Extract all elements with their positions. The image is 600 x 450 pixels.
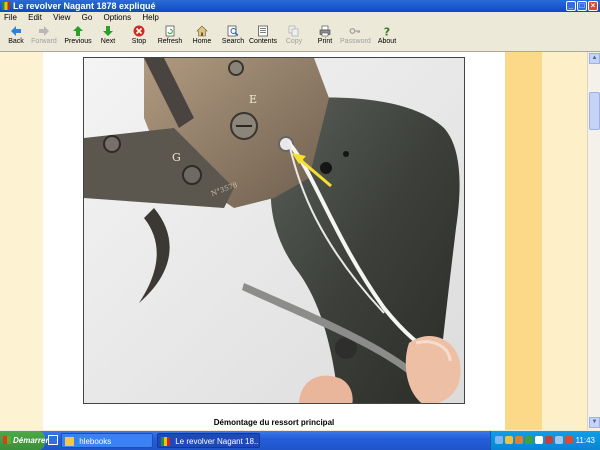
home-button[interactable]: Home: [191, 24, 213, 50]
windows-logo-icon: [3, 436, 11, 444]
window-title: Le revolver Nagant 1878 expliqué: [13, 1, 156, 11]
contents-icon: [258, 25, 268, 37]
close-button[interactable]: ×: [588, 1, 598, 11]
photo-caption: Démontage du ressort principal: [213, 418, 335, 427]
back-arrow-icon: [11, 26, 21, 36]
scroll-thumb[interactable]: [589, 92, 600, 130]
forward-arrow-icon: [39, 26, 49, 36]
back-button[interactable]: Back: [4, 24, 28, 50]
about-button[interactable]: ? About: [376, 24, 398, 50]
menu-go[interactable]: Go: [82, 13, 93, 22]
clock: 11:43: [575, 436, 595, 445]
search-button[interactable]: Search: [221, 24, 245, 50]
toolbar: Back Forward Previous Next Stop Refresh …: [0, 23, 600, 52]
contents-button[interactable]: Contents: [249, 24, 277, 50]
window-controls: _ □ ×: [566, 1, 598, 11]
photo-mark-g: G: [172, 151, 181, 164]
minimize-button[interactable]: _: [566, 1, 576, 11]
tray-update-icon[interactable]: [525, 436, 533, 444]
svg-text:?: ?: [384, 26, 390, 38]
menu-edit[interactable]: Edit: [28, 13, 42, 22]
menu-file[interactable]: File: [4, 13, 17, 22]
next-button[interactable]: Next: [97, 24, 119, 50]
maximize-button[interactable]: □: [577, 1, 587, 11]
tray-antivirus-icon[interactable]: [545, 436, 553, 444]
left-margin: [0, 52, 43, 430]
refresh-icon: [165, 25, 175, 37]
password-button[interactable]: Password: [340, 24, 371, 50]
title-bar: Le revolver Nagant 1878 expliqué _ □ ×: [0, 0, 600, 12]
folder-icon: [65, 437, 74, 447]
tray-arrow-icon[interactable]: [495, 436, 503, 444]
content-area: E G N°3578 Démontage du ressort principa…: [0, 52, 600, 430]
stop-icon: [133, 25, 145, 37]
tray-network-icon[interactable]: [505, 436, 513, 444]
system-tray: 11:43: [490, 431, 600, 450]
right-band: [505, 52, 542, 430]
copy-button[interactable]: Copy: [283, 24, 305, 50]
task-hlebooks[interactable]: hlebooks: [61, 433, 153, 448]
print-button[interactable]: Print: [314, 24, 336, 50]
task-revolver-window[interactable]: Le revolver Nagant 18...: [157, 433, 260, 448]
taskbar: Démarrer hlebooks Le revolver Nagant 18.…: [0, 431, 600, 450]
stop-button[interactable]: Stop: [128, 24, 150, 50]
tray-volume-icon[interactable]: [535, 436, 543, 444]
vertical-scrollbar[interactable]: ▲ ▼: [587, 52, 600, 430]
scroll-up-icon[interactable]: ▲: [589, 53, 600, 64]
scroll-down-icon[interactable]: ▼: [589, 417, 600, 428]
tray-shield-icon[interactable]: [515, 436, 523, 444]
app-icon: [2, 2, 10, 10]
copy-icon: [288, 25, 299, 37]
revolver-photo: E G N°3578: [83, 57, 465, 404]
photo-mark-e: E: [249, 93, 257, 106]
previous-button[interactable]: Previous: [62, 24, 94, 50]
page: E G N°3578 Démontage du ressort principa…: [43, 52, 505, 430]
home-icon: [196, 25, 208, 37]
tray-security-icon[interactable]: [565, 436, 573, 444]
menu-help[interactable]: Help: [142, 13, 158, 22]
up-arrow-icon: [73, 26, 83, 36]
search-icon: [227, 25, 239, 37]
menu-view[interactable]: View: [53, 13, 70, 22]
forward-button[interactable]: Forward: [30, 24, 58, 50]
quicklaunch-icon[interactable]: [48, 435, 58, 445]
printer-icon: [319, 25, 331, 37]
menu-bar: File Edit View Go Options Help: [0, 12, 600, 23]
down-arrow-icon: [103, 26, 113, 36]
book-icon: [161, 437, 170, 447]
start-button[interactable]: Démarrer: [0, 431, 49, 450]
refresh-button[interactable]: Refresh: [157, 24, 183, 50]
question-icon: ?: [384, 26, 390, 38]
menu-options[interactable]: Options: [104, 13, 132, 22]
tray-display-icon[interactable]: [555, 436, 563, 444]
key-icon: [349, 28, 361, 34]
right-margin: [542, 52, 587, 430]
